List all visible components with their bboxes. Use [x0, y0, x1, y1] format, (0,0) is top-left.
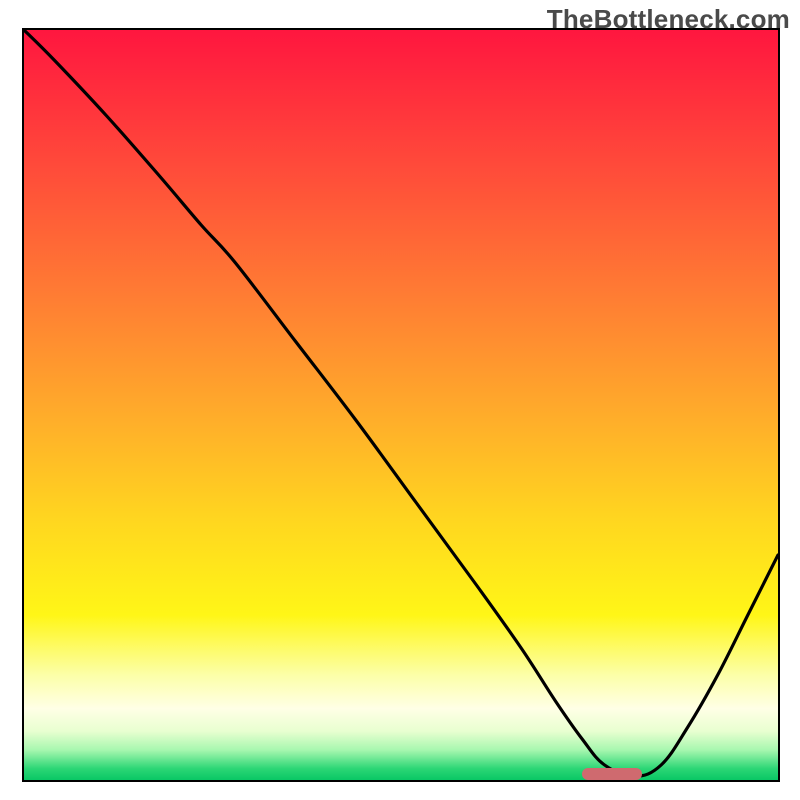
curve-layer: [24, 30, 778, 780]
optimal-range-marker: [582, 768, 642, 780]
chart-frame: TheBottleneck.com: [0, 0, 800, 800]
plot-area: [22, 28, 780, 782]
bottleneck-curve: [24, 30, 778, 776]
watermark-text: TheBottleneck.com: [547, 4, 790, 35]
